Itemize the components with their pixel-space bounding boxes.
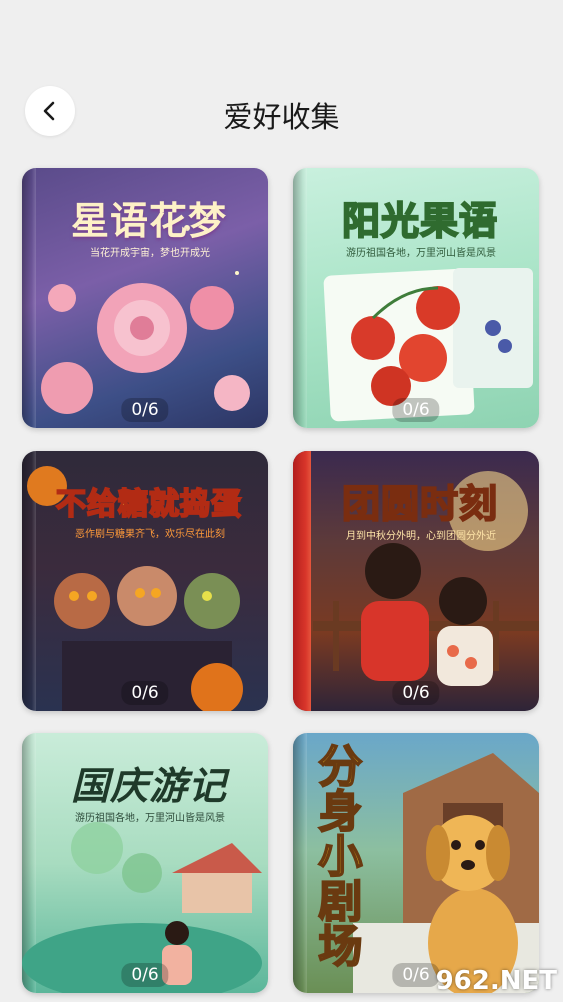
card-title: 团圆时刻 — [341, 481, 498, 527]
card-title: 分身小剧场 — [309, 742, 362, 969]
card-title: 国庆游记 — [70, 764, 227, 808]
card-subtitle: 恶作剧与糖果齐飞，欢乐尽在此刻 — [75, 529, 225, 540]
collection-card-reunion[interactable]: 团圆时刻 月到中秋分外明，心到团圆分外近 0/6 — [293, 451, 539, 711]
site-watermark: 962.NET — [435, 966, 557, 996]
collection-card-star-flower[interactable]: 星语花梦 当花开成宇宙，梦也开成光 0/6 — [22, 168, 268, 428]
collection-card-halloween[interactable]: 不给糖就捣蛋 恶作剧与糖果齐飞，欢乐尽在此刻 0/6 — [22, 451, 268, 711]
progress-label: 0/6 — [392, 681, 440, 705]
card-subtitle: 游历祖国各地，万里河山皆是风景 — [346, 248, 496, 259]
progress-label: 0/6 — [392, 963, 440, 987]
progress-label: 0/6 — [392, 398, 440, 422]
card-subtitle: 游历祖国各地，万里河山皆是风景 — [75, 813, 225, 824]
collection-card-national-day[interactable]: 国庆游记 游历祖国各地，万里河山皆是风景 0/6 — [22, 733, 268, 993]
progress-label: 0/6 — [121, 963, 169, 987]
collection-card-sunshine-fruit[interactable]: 阳光果语 游历祖国各地，万里河山皆是风景 0/6 — [293, 168, 539, 428]
card-subtitle: 月到中秋分外明，心到团圆分外近 — [346, 531, 496, 542]
collection-card-clone-theater[interactable]: 分身小剧场 0/6 — [293, 733, 539, 993]
card-title: 不给糖就捣蛋 — [55, 486, 242, 523]
card-title: 阳光果语 — [341, 198, 498, 244]
progress-label: 0/6 — [121, 398, 169, 422]
page-title: 爱好收集 — [223, 100, 340, 134]
progress-label: 0/6 — [121, 681, 169, 705]
card-title: 星语花梦 — [70, 199, 227, 243]
card-subtitle: 当花开成宇宙，梦也开成光 — [90, 248, 210, 259]
app-header: 爱好收集 — [0, 80, 563, 142]
